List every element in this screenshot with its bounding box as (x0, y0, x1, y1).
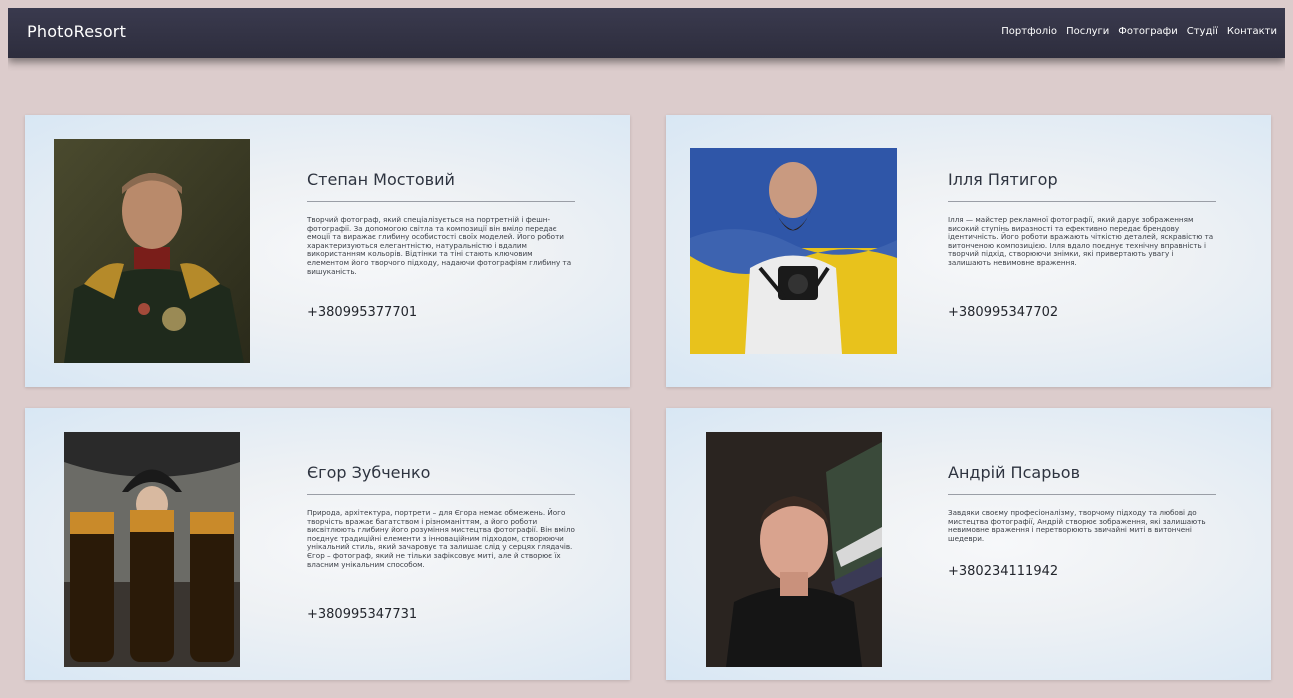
page: PhotoResort Портфоліо Послуги Фотографи … (8, 8, 1285, 698)
photographer-phone[interactable]: +380995347731 (307, 607, 417, 622)
photographer-photo (706, 432, 882, 667)
photographer-phone[interactable]: +380234111942 (948, 564, 1058, 579)
photographer-phone[interactable]: +380995347702 (948, 305, 1058, 320)
divider (948, 494, 1216, 495)
divider (307, 201, 575, 202)
nav-link-studios[interactable]: Студії (1187, 26, 1218, 37)
photographer-card: Ілля Пятигор Ілля — майстер рекламної фо… (666, 115, 1271, 387)
nav-link-services[interactable]: Послуги (1066, 26, 1109, 37)
photographer-description: Ілля — майстер рекламної фотографії, яки… (948, 215, 1214, 267)
photographer-name: Ілля Пятигор (948, 170, 1058, 189)
photographer-description: Творчий фотограф, який спеціалізується н… (307, 215, 572, 276)
photographer-name: Єгор Зубченко (307, 463, 431, 482)
nav-link-portfolio[interactable]: Портфоліо (1001, 26, 1057, 37)
photographer-photo (54, 139, 250, 363)
photographer-phone[interactable]: +380995377701 (307, 305, 417, 320)
photographer-card: Андрій Псарьов Завдяки своєму професіона… (666, 408, 1271, 680)
navbar: PhotoResort Портфоліо Послуги Фотографи … (8, 8, 1285, 58)
photographer-description: Природа, архітектура, портрети – для Єго… (307, 508, 575, 569)
photographer-card: Єгор Зубченко Природа, архітектура, порт… (25, 408, 630, 680)
photographer-photo (64, 432, 240, 667)
nav-link-contacts[interactable]: Контакти (1227, 26, 1277, 37)
photographer-name: Степан Мостовий (307, 170, 455, 189)
nav-link-photographers[interactable]: Фотографи (1118, 26, 1177, 37)
photographer-photo (690, 148, 897, 354)
divider (948, 201, 1216, 202)
photographer-card: Степан Мостовий Творчий фотограф, який с… (25, 115, 630, 387)
photographer-name: Андрій Псарьов (948, 463, 1080, 482)
divider (307, 494, 575, 495)
photographer-description: Завдяки своєму професіоналізму, творчому… (948, 508, 1206, 543)
brand-logo[interactable]: PhotoResort (27, 22, 126, 41)
main-nav: Портфоліо Послуги Фотографи Студії Конта… (1001, 26, 1277, 37)
